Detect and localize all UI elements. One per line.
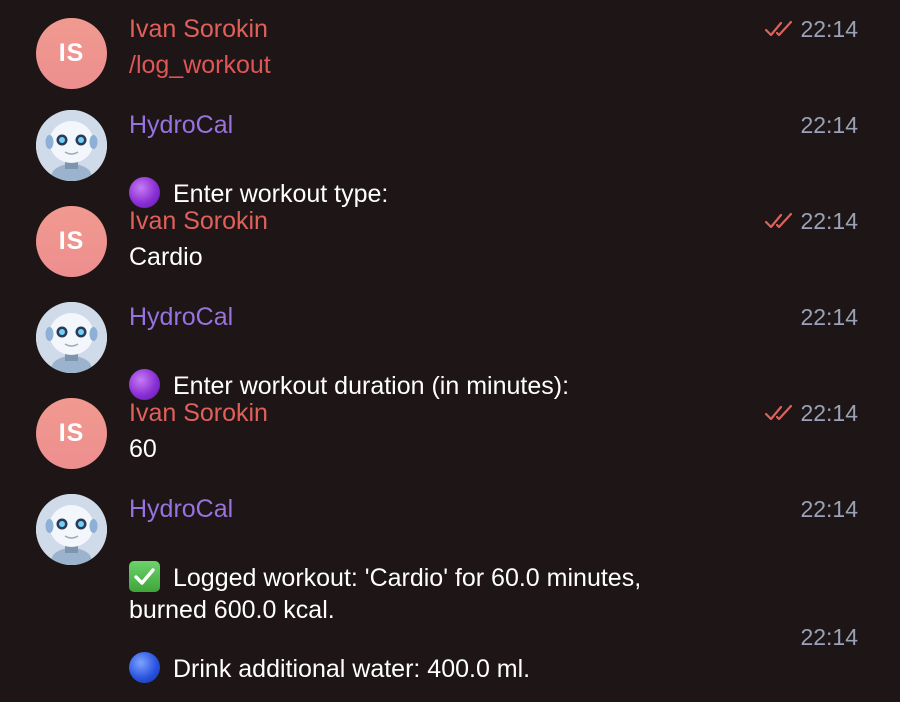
sender-name[interactable]: Ivan Sorokin bbox=[129, 398, 268, 428]
message-time: 22:14 bbox=[764, 398, 858, 428]
avatar-initials: IS bbox=[58, 419, 85, 447]
message-text[interactable]: Drink additional water: 400.0 ml. bbox=[129, 620, 530, 685]
check-mark-emoji-icon bbox=[129, 561, 160, 592]
sender-name[interactable]: Ivan Sorokin bbox=[129, 206, 268, 236]
avatar-initials: IS bbox=[58, 227, 85, 255]
sender-name[interactable]: HydroCal bbox=[129, 302, 233, 332]
robot-avatar-icon bbox=[36, 110, 107, 181]
message-row[interactable]: HydroCal Logged workout: 'Cardio' for 60… bbox=[0, 480, 900, 624]
time-label: 22:14 bbox=[800, 112, 858, 138]
time-label: 22:14 bbox=[800, 304, 858, 330]
time-label: 22:14 bbox=[800, 208, 858, 234]
user-avatar[interactable]: IS bbox=[36, 398, 107, 469]
message-body: Drink additional water: 400.0 ml. bbox=[173, 655, 531, 683]
time-label: 22:14 bbox=[800, 400, 858, 426]
bot-avatar[interactable] bbox=[36, 494, 107, 565]
sender-name[interactable]: HydroCal bbox=[129, 494, 233, 524]
message-row[interactable]: IS Ivan Sorokin Cardio 22:14 bbox=[0, 192, 900, 288]
bot-avatar[interactable] bbox=[36, 110, 107, 181]
message-time: 22:14 bbox=[800, 622, 858, 652]
command-text[interactable]: /log_workout bbox=[129, 49, 271, 81]
user-avatar[interactable]: IS bbox=[36, 206, 107, 277]
robot-avatar-icon bbox=[36, 494, 107, 565]
read-checkmarks-icon bbox=[765, 212, 793, 229]
message-row[interactable]: IS Ivan Sorokin 60 22:14 bbox=[0, 384, 900, 480]
message-row[interactable]: IS Ivan Sorokin /log_workout 22:14 bbox=[0, 0, 900, 96]
message-text[interactable]: 60 bbox=[129, 433, 157, 465]
message-time: 22:14 bbox=[800, 494, 858, 524]
time-label: 22:14 bbox=[800, 496, 858, 522]
message-time: 22:14 bbox=[764, 206, 858, 236]
blue-circle-emoji-icon bbox=[129, 652, 160, 683]
message-time: 22:14 bbox=[800, 302, 858, 332]
sender-name[interactable]: HydroCal bbox=[129, 110, 233, 140]
read-checkmarks-icon bbox=[765, 20, 793, 37]
message-row[interactable]: HydroCal Enter workout type: 22:14 bbox=[0, 96, 900, 208]
sender-name[interactable]: Ivan Sorokin bbox=[129, 14, 268, 44]
avatar-initials: IS bbox=[58, 39, 85, 67]
time-label: 22:14 bbox=[800, 16, 858, 42]
robot-avatar-icon bbox=[36, 302, 107, 373]
message-row[interactable]: HydroCal Enter workout duration (in minu… bbox=[0, 288, 900, 400]
read-checkmarks-icon bbox=[765, 404, 793, 421]
bot-avatar[interactable] bbox=[36, 302, 107, 373]
user-avatar[interactable]: IS bbox=[36, 18, 107, 89]
message-time: 22:14 bbox=[800, 110, 858, 140]
message-time: 22:14 bbox=[764, 14, 858, 44]
time-label: 22:14 bbox=[800, 624, 858, 650]
message-text[interactable]: Cardio bbox=[129, 241, 203, 273]
message-row[interactable]: Drink additional water: 400.0 ml. 22:14 bbox=[0, 600, 900, 683]
